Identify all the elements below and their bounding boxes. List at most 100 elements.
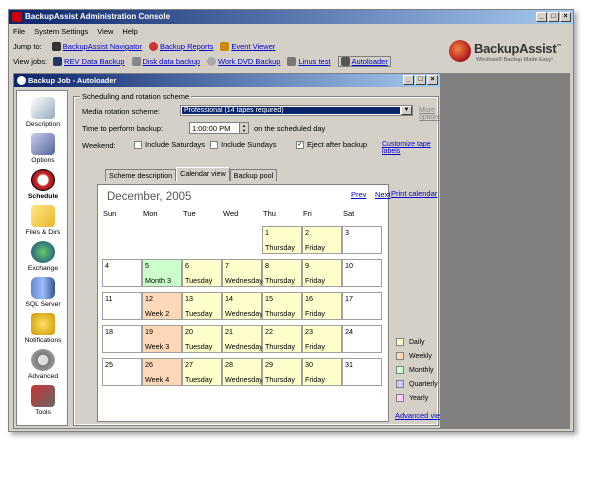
reports-icon xyxy=(148,42,158,51)
calendar-day-cell[interactable]: 9 Friday xyxy=(302,259,342,287)
sub-maximize-button[interactable]: □ xyxy=(415,75,426,85)
close-button[interactable]: × xyxy=(560,12,571,22)
prev-month-link[interactable]: Prev xyxy=(351,190,366,199)
day-number: 8 xyxy=(265,261,269,270)
calendar-day-cell[interactable]: 29 Thursday xyxy=(262,358,302,386)
calendar-day-cell[interactable]: 18 xyxy=(102,325,142,353)
calendar-day-cell[interactable]: 1 Thursday xyxy=(262,226,302,254)
job-dvd-label: Work DVD Backup xyxy=(218,57,281,66)
menu-help[interactable]: Help xyxy=(122,27,137,36)
customize-tape-labels-link[interactable]: Customize tape labels xyxy=(382,141,440,155)
calendar-day-cell[interactable]: 20 Tuesday xyxy=(182,325,222,353)
day-number: 10 xyxy=(345,261,353,270)
calendar-day-cell[interactable]: 6 Tuesday xyxy=(182,259,222,287)
calendar-day-cell[interactable]: 31 xyxy=(342,358,382,386)
rotation-scheme-select[interactable]: Professional (14 tapes required) ▼ xyxy=(180,105,413,116)
menu-system-settings[interactable]: System Settings xyxy=(34,27,88,36)
day-header: Sat xyxy=(343,209,355,218)
link-backup-reports[interactable]: Backup Reports xyxy=(148,42,213,51)
include-sundays-checkbox[interactable]: Include Sundays xyxy=(210,140,276,150)
sidebar-item-advanced[interactable]: Advanced xyxy=(17,349,69,380)
sidebar-label: Description xyxy=(26,121,60,128)
calendar-day-cell[interactable]: 26 Week 4 xyxy=(142,358,182,386)
rotation-label: Media rotation scheme: xyxy=(82,107,160,116)
print-calendar-link[interactable]: Print calendar xyxy=(391,189,437,198)
backup-label: Wednesday xyxy=(225,375,263,384)
calendar-day-cell[interactable]: 28 Wednesday xyxy=(222,358,263,386)
saturdays-check-box[interactable] xyxy=(134,141,142,150)
link-event-viewer[interactable]: Event Viewer xyxy=(220,42,275,51)
calendar-day-cell[interactable]: 23 Friday xyxy=(302,325,342,353)
day-number: 27 xyxy=(185,360,193,369)
include-saturdays-checkbox[interactable]: Include Saturdays xyxy=(134,140,205,150)
calendar-panel: December, 2005 Prev Next Sun Mon Tue Wed Thu… xyxy=(91,180,448,490)
menu-view[interactable]: View xyxy=(97,27,113,36)
calendar-day-cell[interactable]: 21 Wednesday xyxy=(222,325,263,353)
calendar-day-cell[interactable]: 2 Friday xyxy=(302,226,342,254)
menu-file[interactable]: File xyxy=(13,27,25,36)
sidebar-item-description[interactable]: Description xyxy=(17,97,69,128)
calendar-day-cell[interactable]: 11 xyxy=(102,292,142,320)
calendar-day-cell[interactable]: 24 xyxy=(342,325,382,353)
sundays-check-box[interactable] xyxy=(210,141,218,150)
calendar-day-cell[interactable]: 3 xyxy=(342,226,382,254)
sidebar-item-files-dirs[interactable]: Files & Dirs xyxy=(17,205,69,236)
calendar-day-cell[interactable]: 14 Wednesday xyxy=(222,292,263,320)
day-number: 22 xyxy=(265,327,273,336)
maximize-button[interactable]: □ xyxy=(548,12,559,22)
calendar-day-cell[interactable]: 15 Thursday xyxy=(262,292,302,320)
calendar-day-cell[interactable]: 25 xyxy=(102,358,142,386)
chevron-down-icon[interactable]: ▼ xyxy=(401,106,412,115)
job-autoloader[interactable]: Autoloader xyxy=(337,56,391,67)
sidebar-label: SQL Server xyxy=(25,301,61,308)
job-work-dvd-backup[interactable]: Work DVD Backup xyxy=(207,57,280,66)
minimize-button[interactable]: _ xyxy=(536,12,547,22)
calendar-day-cell[interactable]: 4 xyxy=(102,259,142,287)
time-spinner[interactable]: ▲ ▼ xyxy=(239,123,248,133)
event-viewer-icon xyxy=(220,42,230,51)
sub-close-button[interactable]: × xyxy=(427,75,438,85)
link-navigator-label: BackupAssist Navigator xyxy=(62,42,142,51)
legend-item: Monthly xyxy=(396,366,434,374)
backup-label: Friday xyxy=(305,309,325,318)
sidebar-item-notifications[interactable]: Notifications xyxy=(17,313,69,344)
advanced-view-link[interactable]: Advanced view xyxy=(395,411,445,420)
calendar-day-cell[interactable]: 30 Friday xyxy=(302,358,342,386)
calendar: December, 2005 Prev Next Sun Mon Tue Wed Thu… xyxy=(97,184,390,422)
globe-logo-icon xyxy=(449,40,471,62)
calendar-day-cell[interactable]: 13 Tuesday xyxy=(182,292,222,320)
eject-checkbox[interactable]: ✓ Eject after backup xyxy=(296,140,367,150)
calendar-day-cell[interactable]: 5 Month 3 xyxy=(142,259,182,287)
calendar-day-cell[interactable]: 16 Friday xyxy=(302,292,342,320)
day-number: 1 xyxy=(265,228,269,237)
eject-check-box[interactable]: ✓ xyxy=(296,141,304,150)
sidebar-item-sql-server[interactable]: SQL Server xyxy=(17,277,69,308)
next-month-link[interactable]: Next xyxy=(375,190,390,199)
legend-swatch xyxy=(396,352,404,360)
calendar-day-cell[interactable]: 12 Week 2 xyxy=(142,292,182,320)
sidebar-item-exchange[interactable]: Exchange xyxy=(17,241,69,272)
link-navigator[interactable]: BackupAssist Navigator xyxy=(51,42,142,51)
calendar-day-cell[interactable]: 10 xyxy=(342,259,382,287)
database-icon xyxy=(31,277,55,299)
sidebar-item-schedule[interactable]: Schedule xyxy=(17,169,69,200)
calendar-day-cell[interactable]: 22 Thursday xyxy=(262,325,302,353)
calendar-title: December, 2005 xyxy=(107,191,192,203)
job-rev-data-backup[interactable]: REV Data Backup xyxy=(53,57,125,66)
calendar-day-cell[interactable]: 7 Wednesday xyxy=(222,259,263,287)
calendar-day-cell[interactable]: 8 Thursday xyxy=(262,259,302,287)
day-number: 19 xyxy=(145,327,153,336)
sidebar-item-tools[interactable]: Tools xyxy=(17,385,69,416)
gears-icon xyxy=(31,349,55,371)
calendar-day-cell[interactable]: 17 xyxy=(342,292,382,320)
calendar-day-cell[interactable]: 27 Tuesday xyxy=(182,358,222,386)
job-linus-test[interactable]: Linus test xyxy=(287,57,331,66)
job-disk-data-backup[interactable]: Disk data backup xyxy=(131,57,200,66)
tab-calendar-view[interactable]: Calendar view xyxy=(176,167,230,181)
calendar-day-cell[interactable]: 19 Week 3 xyxy=(142,325,182,353)
backup-time-input[interactable]: 1:00:00 PM ▲ ▼ xyxy=(189,122,249,134)
day-number: 4 xyxy=(105,261,109,270)
sidebar-item-options[interactable]: Options xyxy=(17,133,69,164)
group-title: Scheduling and rotation scheme xyxy=(80,92,192,101)
sub-minimize-button[interactable]: _ xyxy=(403,75,414,85)
